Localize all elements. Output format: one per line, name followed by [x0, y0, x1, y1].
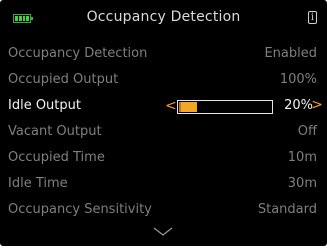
setting-label: Occupancy Sensitivity [8, 202, 152, 217]
header-bar: Occupancy Detection i [0, 0, 327, 38]
screen: Occupancy Detection i Occupancy Detectio… [0, 0, 327, 248]
chevron-down-icon[interactable] [153, 226, 173, 238]
setting-value: 100% [279, 72, 317, 87]
setting-value: 20% [284, 98, 313, 113]
setting-value: 30m [287, 176, 317, 191]
page-title: Occupancy Detection [86, 9, 241, 25]
idle-output-slider[interactable]: < [165, 97, 275, 115]
setting-value: 10m [287, 150, 317, 165]
setting-label: Vacant Output [8, 124, 102, 139]
setting-label: Occupied Time [8, 150, 105, 165]
setting-row-occupied-time[interactable]: Occupied Time 10m [0, 146, 327, 172]
setting-row-occupied-output[interactable]: Occupied Output 100% [0, 68, 327, 94]
increase-arrow-icon[interactable]: > [311, 97, 323, 113]
settings-list: Occupancy Detection Enabled Occupied Out… [0, 42, 327, 224]
setting-label: Occupied Output [8, 72, 119, 87]
setting-label: Idle Time [8, 176, 68, 191]
setting-label: Occupancy Detection [8, 46, 148, 61]
setting-value: Standard [257, 202, 317, 217]
setting-value: Enabled [264, 46, 317, 61]
setting-row-occupancy-sensitivity[interactable]: Occupancy Sensitivity Standard [0, 198, 327, 224]
device-display: Occupancy Detection i Occupancy Detectio… [0, 0, 327, 246]
setting-label: Idle Output [8, 98, 81, 113]
slider-handle[interactable] [179, 102, 181, 112]
slider-fill [179, 102, 197, 112]
setting-row-idle-output[interactable]: Idle Output < 20% > [0, 94, 327, 120]
setting-row-occupancy-detection[interactable]: Occupancy Detection Enabled [0, 42, 327, 68]
setting-row-idle-time[interactable]: Idle Time 30m [0, 172, 327, 198]
setting-row-vacant-output[interactable]: Vacant Output Off [0, 120, 327, 146]
info-icon[interactable]: i [308, 11, 317, 24]
decrease-arrow-icon[interactable]: < [165, 97, 177, 115]
setting-value: Off [297, 124, 317, 139]
slider-track[interactable] [177, 100, 273, 114]
